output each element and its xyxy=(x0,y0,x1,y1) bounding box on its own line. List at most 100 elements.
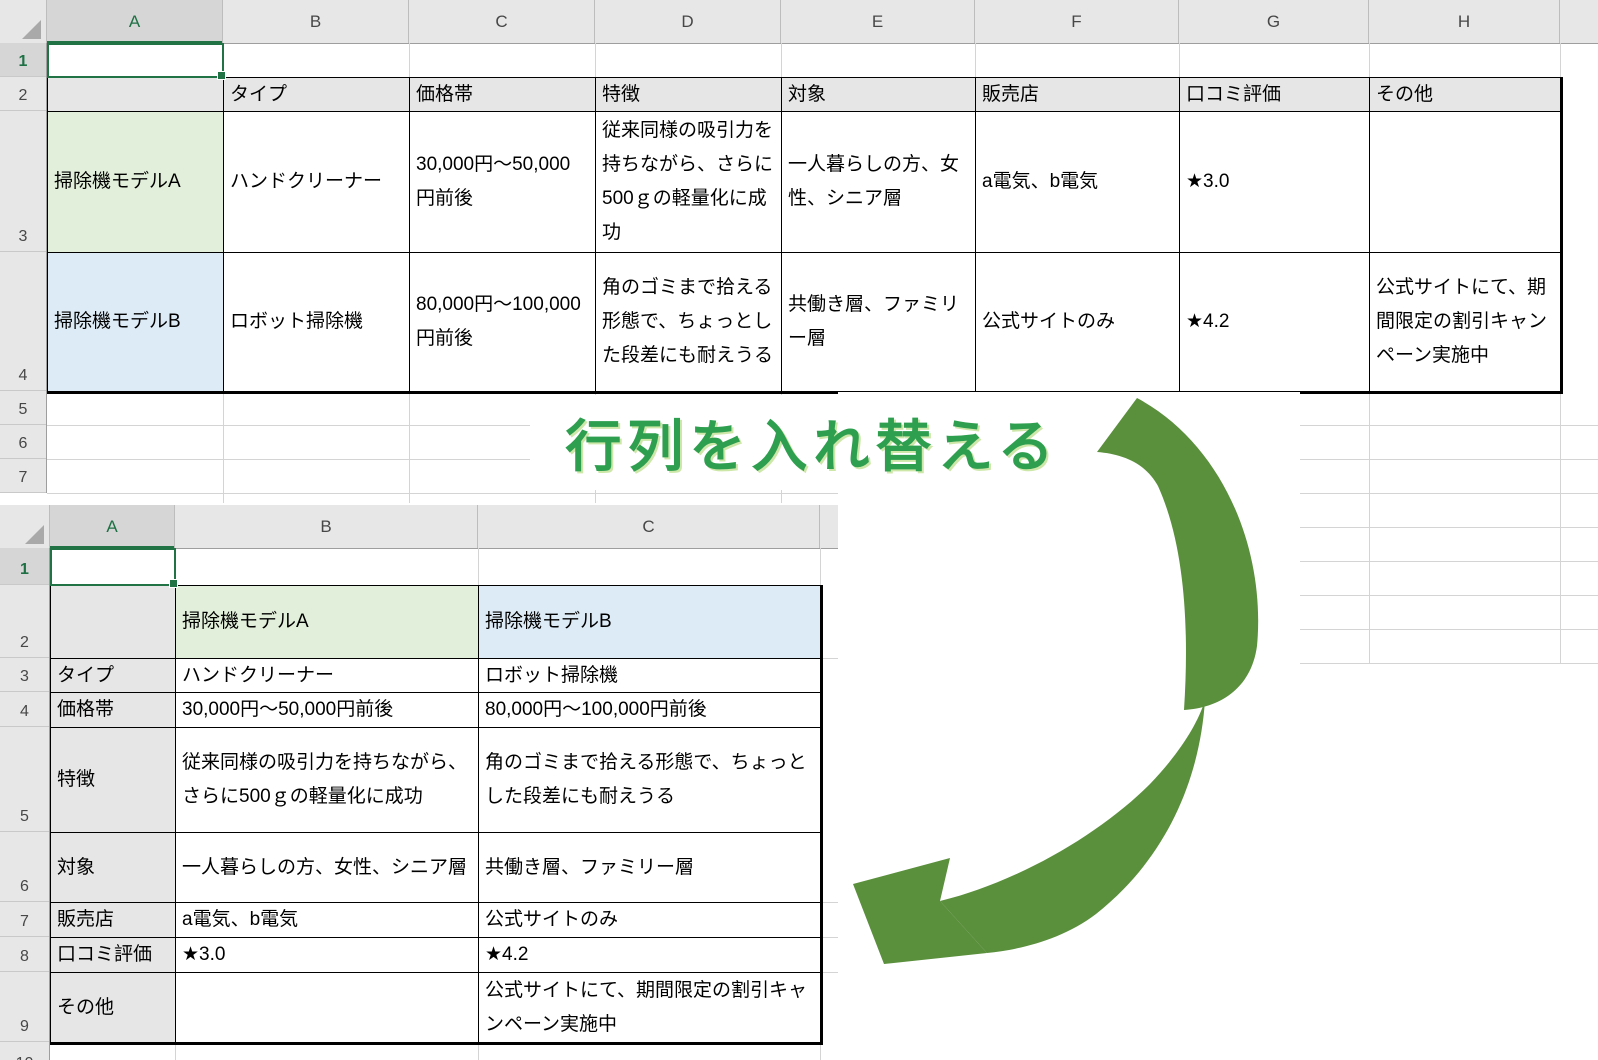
top-row-header-6[interactable]: 6 xyxy=(0,425,46,459)
top-selected-cell-a1[interactable] xyxy=(47,43,226,80)
bt-header-model-a[interactable]: 掃除機モデルA xyxy=(176,586,479,659)
top-col-header-e[interactable]: E xyxy=(781,0,975,43)
bt-b-store[interactable]: 公式サイトのみ xyxy=(479,903,821,938)
bt-blank[interactable] xyxy=(51,586,176,659)
bt-b-features[interactable]: 角のゴミまで拾える形態で、ちょっとした段差にも耐えうる xyxy=(479,728,821,833)
bt-label-price[interactable]: 価格帯 xyxy=(51,693,176,728)
select-all-corner[interactable] xyxy=(0,0,47,43)
bt-a-features[interactable]: 従来同様の吸引力を持ちながら、さらに500ｇの軽量化に成功 xyxy=(176,728,479,833)
bt-label-features[interactable]: 特徴 xyxy=(51,728,176,833)
top-cell-model-b[interactable]: 掃除機モデルB xyxy=(48,253,224,392)
top-row-header-1[interactable]: 1 xyxy=(0,43,46,77)
top-header-type[interactable]: タイプ xyxy=(224,78,410,112)
bottom-col-header-c[interactable]: C xyxy=(478,505,820,548)
top-cell-a-other[interactable] xyxy=(1370,112,1561,253)
bt-a-store[interactable]: a電気、b電気 xyxy=(176,903,479,938)
bottom-table: 掃除機モデルA 掃除機モデルB タイプ ハンドクリーナー ロボット掃除機 価格帯… xyxy=(50,585,823,1045)
gridline xyxy=(223,391,224,503)
bt-a-price[interactable]: 30,000円～50,000円前後 xyxy=(176,693,479,728)
bottom-row-header-8[interactable]: 8 xyxy=(0,937,49,972)
top-col-header-d[interactable]: D xyxy=(595,0,781,43)
top-header-features[interactable]: 特徴 xyxy=(596,78,782,112)
top-cell-b-type[interactable]: ロボット掃除機 xyxy=(224,253,410,392)
select-all-triangle-icon xyxy=(22,20,41,39)
top-header-store[interactable]: 販売店 xyxy=(976,78,1180,112)
bt-a-type[interactable]: ハンドクリーナー xyxy=(176,659,479,693)
bt-b-price[interactable]: 80,000円～100,000円前後 xyxy=(479,693,821,728)
top-cell-b-other[interactable]: 公式サイトにて、期間限定の割引キャンペーン実施中 xyxy=(1370,253,1561,392)
top-table: タイプ 価格帯 特徴 対象 販売店 口コミ評価 その他 掃除機モデルA ハンドク… xyxy=(47,77,1563,394)
top-cell-b-features[interactable]: 角のゴミまで拾える形態で、ちょっとした段差にも耐えうる xyxy=(596,253,782,392)
bottom-row-header-5[interactable]: 5 xyxy=(0,727,49,832)
top-cell-a-rating[interactable]: ★3.0 xyxy=(1180,112,1370,253)
top-cell-a-store[interactable]: a電気、b電気 xyxy=(976,112,1180,253)
top-cell-b-target[interactable]: 共働き層、ファミリー層 xyxy=(782,253,976,392)
bottom-select-all-corner[interactable] xyxy=(0,505,50,548)
excel-transpose-tutorial: A B C D E F G H 1 2 3 4 5 6 7 タイプ 価格帯 特徴… xyxy=(0,0,1598,1060)
bottom-col-header-b[interactable]: B xyxy=(175,505,478,548)
top-col-header-g[interactable]: G xyxy=(1179,0,1369,43)
top-col-header-h[interactable]: H xyxy=(1369,0,1560,43)
bt-label-rating[interactable]: 口コミ評価 xyxy=(51,938,176,973)
top-row-header-column: 1 2 3 4 5 6 7 xyxy=(0,43,47,493)
top-row-header-2[interactable]: 2 xyxy=(0,77,46,111)
top-row-header-5[interactable]: 5 xyxy=(0,391,46,425)
gridline xyxy=(478,548,479,585)
top-header-price[interactable]: 価格帯 xyxy=(410,78,596,112)
gridline xyxy=(1300,561,1598,562)
bottom-sheet-panel: A B C 1 2 3 4 5 6 7 8 9 10 xyxy=(0,505,838,1060)
bt-a-target[interactable]: 一人暮らしの方、女性、シニア層 xyxy=(176,833,479,903)
top-cell-a-target[interactable]: 一人暮らしの方、女性、シニア層 xyxy=(782,112,976,253)
fill-handle[interactable] xyxy=(217,71,226,80)
bt-b-other[interactable]: 公式サイトにて、期間限定の割引キャンペーン実施中 xyxy=(479,973,821,1043)
top-col-header-c[interactable]: C xyxy=(409,0,595,43)
bottom-row-header-10[interactable]: 10 xyxy=(0,1042,49,1060)
top-col-header-b[interactable]: B xyxy=(223,0,409,43)
bottom-col-header-a[interactable]: A xyxy=(50,505,175,549)
bt-b-rating[interactable]: ★4.2 xyxy=(479,938,821,973)
top-cell-b-rating[interactable]: ★4.2 xyxy=(1180,253,1370,392)
top-header-target[interactable]: 対象 xyxy=(782,78,976,112)
top-cell-b-price[interactable]: 80,000円～100,000円前後 xyxy=(410,253,596,392)
fill-handle[interactable] xyxy=(169,579,178,588)
top-header-filler xyxy=(1560,0,1598,43)
top-row-header-7[interactable]: 7 xyxy=(0,459,46,493)
top-col-header-f[interactable]: F xyxy=(975,0,1179,43)
bottom-row-header-6[interactable]: 6 xyxy=(0,832,49,902)
top-col-header-a[interactable]: A xyxy=(47,0,223,44)
bottom-row-header-2[interactable]: 2 xyxy=(0,585,49,658)
top-header-other[interactable]: その他 xyxy=(1370,78,1561,112)
top-row-header-4[interactable]: 4 xyxy=(0,252,46,391)
bt-label-other[interactable]: その他 xyxy=(51,973,176,1043)
gridline xyxy=(1300,527,1598,528)
bt-label-type[interactable]: タイプ xyxy=(51,659,176,693)
bt-header-model-b[interactable]: 掃除機モデルB xyxy=(479,586,821,659)
bottom-row-header-4[interactable]: 4 xyxy=(0,692,49,727)
gridline xyxy=(47,493,1598,494)
top-column-header-row: A B C D E F G H xyxy=(0,0,1598,44)
gridline xyxy=(409,391,410,503)
bottom-row-header-7[interactable]: 7 xyxy=(0,902,49,937)
bottom-row-header-9[interactable]: 9 xyxy=(0,972,49,1042)
top-cell-a-type[interactable]: ハンドクリーナー xyxy=(224,112,410,253)
bt-b-target[interactable]: 共働き層、ファミリー層 xyxy=(479,833,821,903)
bottom-row-header-3[interactable]: 3 xyxy=(0,658,49,692)
bt-a-rating[interactable]: ★3.0 xyxy=(176,938,479,973)
bt-label-target[interactable]: 対象 xyxy=(51,833,176,903)
bt-b-type[interactable]: ロボット掃除機 xyxy=(479,659,821,693)
top-cell-model-a[interactable]: 掃除機モデルA xyxy=(48,112,224,253)
top-cell-b-store[interactable]: 公式サイトのみ xyxy=(976,253,1180,392)
gridline xyxy=(595,43,596,77)
top-row-header-3[interactable]: 3 xyxy=(0,111,46,252)
top-cell-a-price[interactable]: 30,000円～50,000円前後 xyxy=(410,112,596,253)
bt-label-store[interactable]: 販売店 xyxy=(51,903,176,938)
gridline xyxy=(781,43,782,77)
bt-a-other[interactable] xyxy=(176,973,479,1043)
bottom-selected-cell-a1[interactable] xyxy=(50,548,178,588)
gridline xyxy=(409,43,410,77)
top-header-rating[interactable]: 口コミ評価 xyxy=(1180,78,1370,112)
top-cell-a-features[interactable]: 従来同様の吸引力を持ちながら、さらに500ｇの軽量化に成功 xyxy=(596,112,782,253)
top-header-blank[interactable] xyxy=(48,78,224,112)
bottom-row-header-column: 1 2 3 4 5 6 7 8 9 10 xyxy=(0,548,50,1060)
bottom-row-header-1[interactable]: 1 xyxy=(0,548,49,585)
